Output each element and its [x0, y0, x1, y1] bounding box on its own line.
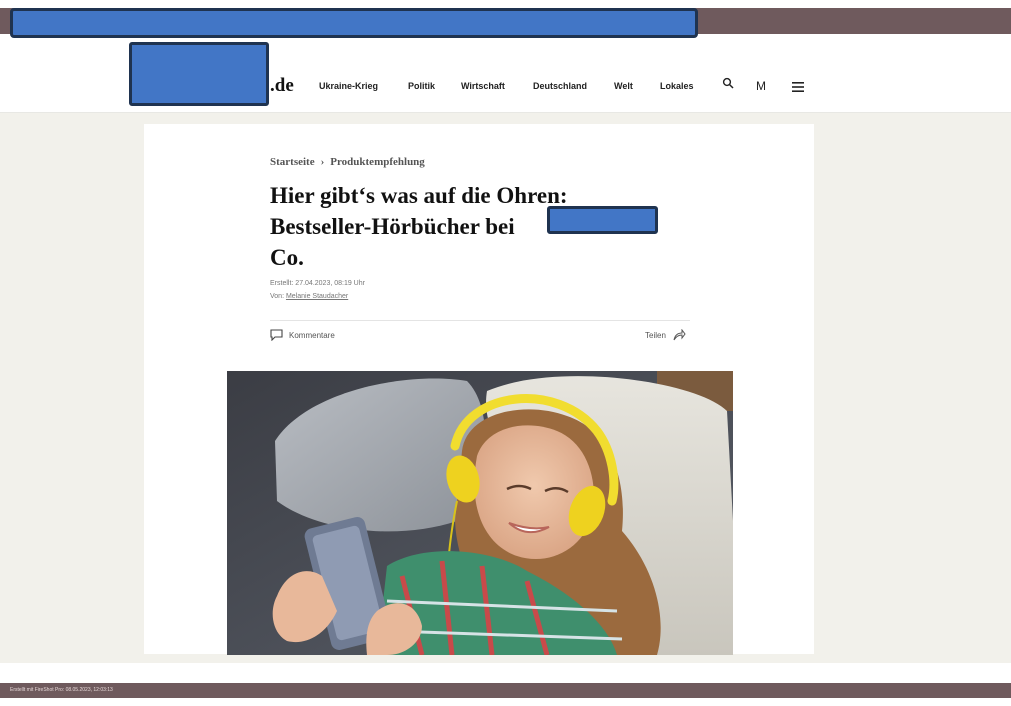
- nav-item-welt[interactable]: Welt: [614, 81, 633, 91]
- share-button[interactable]: Teilen: [645, 329, 686, 341]
- capture-footer-bar: [0, 683, 1011, 698]
- author-label: Von:: [270, 293, 285, 300]
- author-link[interactable]: Melanie Staudacher: [286, 293, 348, 300]
- breadcrumb-current[interactable]: Produktempfehlung: [330, 156, 425, 168]
- headline-redaction: [547, 206, 658, 234]
- created-label: Erstellt:: [270, 280, 294, 287]
- meta-divider: [270, 320, 690, 321]
- comment-icon: [270, 329, 283, 341]
- created-date: 27.04.2023, 08:19 Uhr: [295, 280, 365, 287]
- nav-item-deutschland[interactable]: Deutschland: [533, 81, 587, 91]
- share-icon: [673, 329, 686, 341]
- headline-line-2: Bestseller-Hörbücher bei: [270, 214, 515, 239]
- breadcrumb-home[interactable]: Startseite: [270, 156, 315, 168]
- search-icon[interactable]: [722, 76, 734, 94]
- article-created: Erstellt: 27.04.2023, 08:19 Uhr: [270, 280, 365, 287]
- nav-item-lokales[interactable]: Lokales: [660, 81, 694, 91]
- nav-item-ukraine-krieg[interactable]: Ukraine-Krieg: [319, 81, 378, 91]
- article-author: Von: Melanie Staudacher: [270, 293, 348, 300]
- share-label: Teilen: [645, 330, 666, 340]
- logo-redaction[interactable]: [129, 42, 269, 106]
- m-icon[interactable]: M: [756, 79, 766, 93]
- capture-footer-text: Erstellt mit FireShot Pro: 08.05.2023, 1…: [10, 687, 113, 693]
- logo-domain-suffix[interactable]: .de: [270, 75, 294, 97]
- nav-item-wirtschaft[interactable]: Wirtschaft: [461, 81, 505, 91]
- breadcrumb: Startseite › Produktempfehlung: [270, 156, 425, 168]
- menu-icon[interactable]: [792, 79, 804, 97]
- breadcrumb-separator: ›: [320, 156, 325, 168]
- nav-item-politik[interactable]: Politik: [408, 81, 435, 91]
- comments-label: Kommentare: [289, 330, 335, 340]
- comments-button[interactable]: Kommentare: [270, 329, 335, 341]
- url-redaction: [10, 8, 698, 38]
- headline-line-1: Hier gibt‘s was auf die Ohren:: [270, 183, 568, 208]
- headline-line-3: Co.: [270, 245, 304, 270]
- hero-image: [227, 371, 733, 655]
